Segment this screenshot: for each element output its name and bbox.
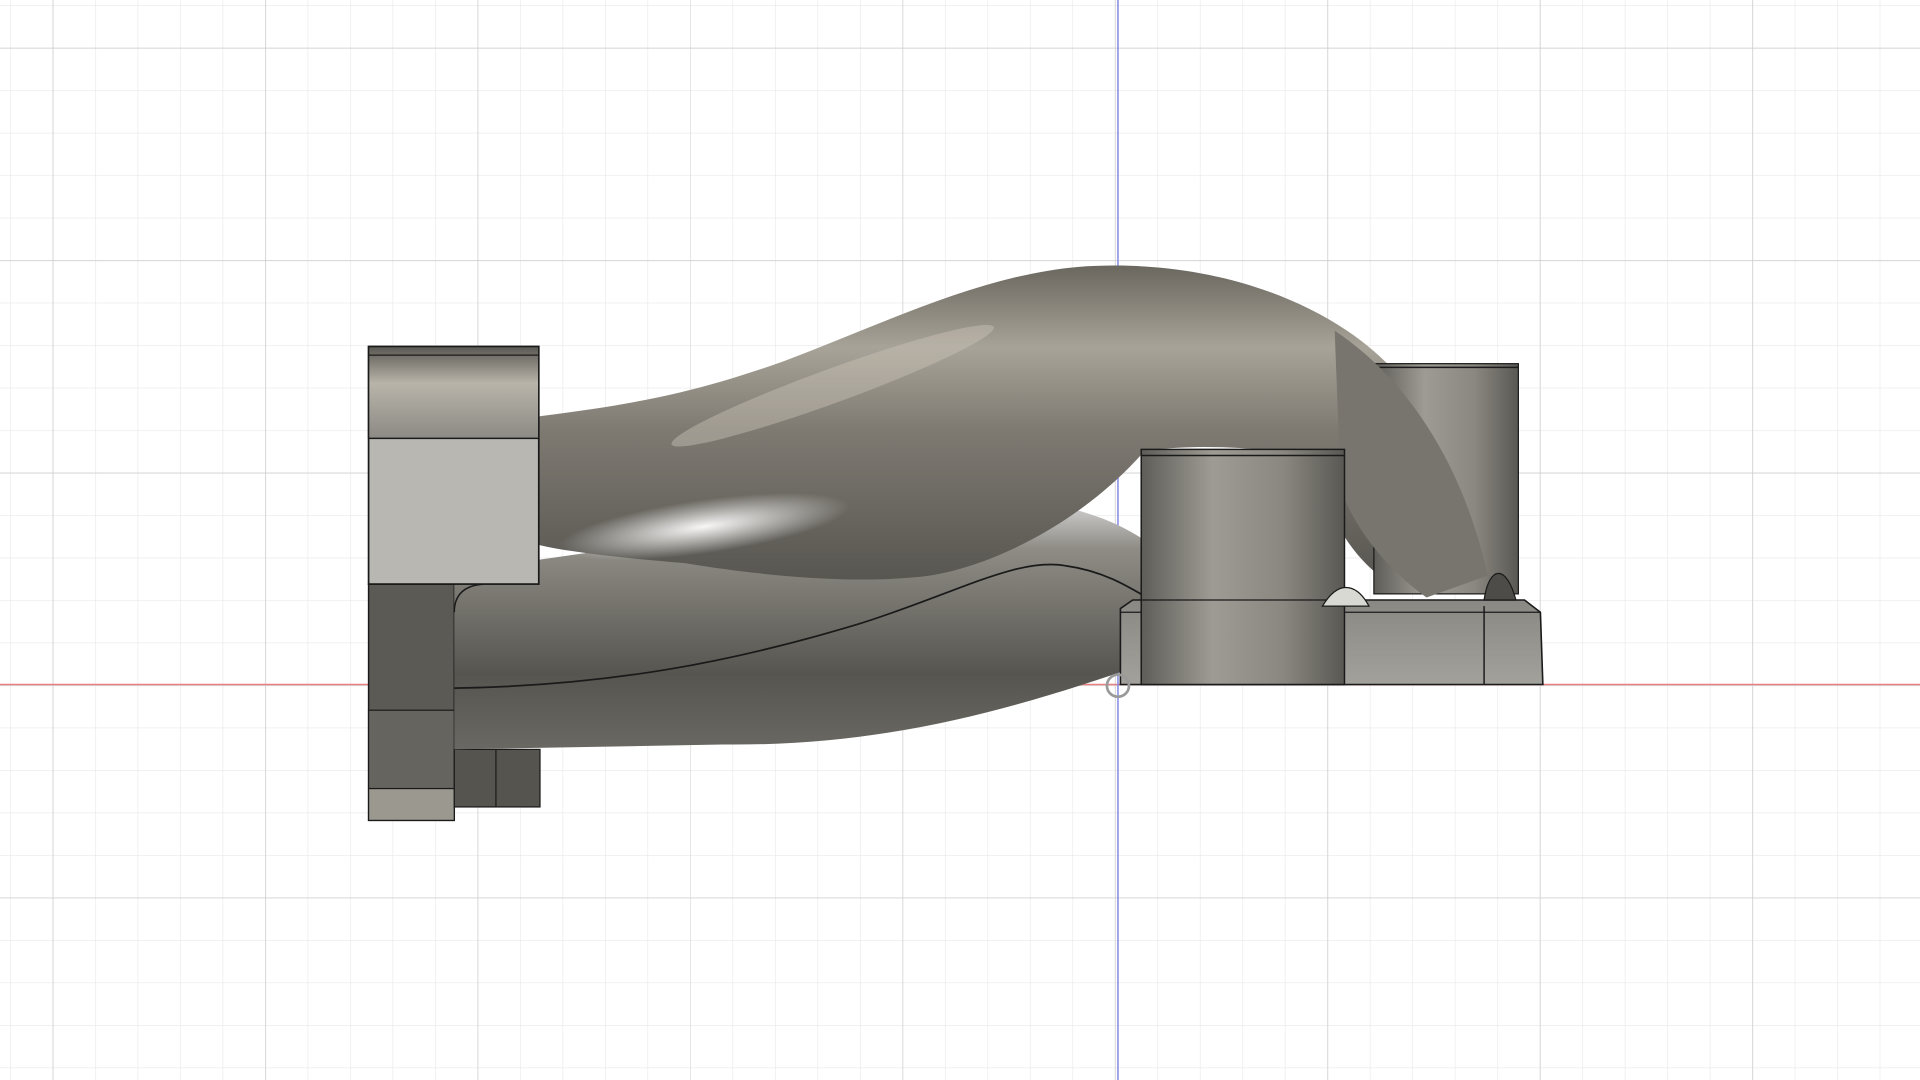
left-flange-foot xyxy=(367,787,455,822)
3d-viewport[interactable] xyxy=(0,0,1920,1080)
left-flange-tab xyxy=(453,748,541,808)
left-flange-step xyxy=(367,709,455,790)
left-flange-top-face xyxy=(367,345,540,440)
right-front-boss xyxy=(1140,448,1346,686)
viewport-canvas[interactable] xyxy=(0,0,1920,1080)
